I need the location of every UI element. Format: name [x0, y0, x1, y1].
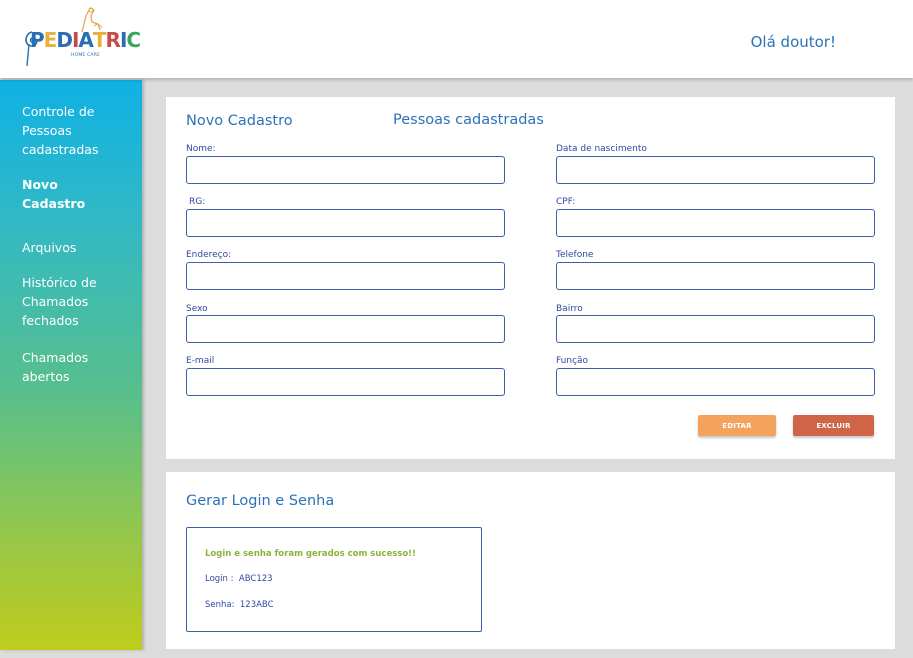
- email-label: E-mail: [186, 356, 215, 366]
- funcao-field[interactable]: [556, 368, 875, 396]
- cpf-field[interactable]: [556, 209, 875, 237]
- success-message: Login e senha foram gerados com sucesso!…: [205, 549, 416, 559]
- rg-field[interactable]: [186, 209, 505, 237]
- sexo-field[interactable]: [186, 315, 505, 343]
- tab-pessoas-cadastradas[interactable]: Pessoas cadastradas: [393, 112, 544, 128]
- data-nascimento-field[interactable]: [556, 156, 875, 184]
- logo-subtitle: HOME CARE: [71, 53, 101, 58]
- login-value: ABC123: [238, 574, 273, 584]
- credentials-box: Login e senha foram gerados com sucesso!…: [186, 527, 482, 632]
- bairro-label: Bairro: [556, 304, 583, 314]
- funcao-label: Função: [556, 356, 589, 366]
- delete-button[interactable]: EXCLUIR: [793, 415, 874, 436]
- login-label: Login :: [205, 574, 234, 584]
- password-value: 123ABC: [239, 600, 274, 610]
- password-credential: Senha: 123ABC: [205, 600, 274, 610]
- cpf-label: CPF:: [556, 197, 576, 207]
- sidebar-item-chamados-abertos[interactable]: Chamados abertos: [22, 348, 112, 386]
- edit-button[interactable]: EDITAR: [698, 415, 776, 436]
- sidebar-item-arquivos[interactable]: Arquivos: [22, 238, 122, 257]
- pediatric-home-care-logo[interactable]: PEDIATRIC HOME CARE: [20, 4, 141, 72]
- registration-card: Novo Cadastro Pessoas cadastradas Nome: …: [166, 97, 895, 459]
- password-label: Senha:: [205, 600, 235, 610]
- endereco-field[interactable]: [186, 262, 505, 290]
- telefone-label: Telefone: [556, 250, 594, 260]
- sexo-label: Sexo: [186, 304, 208, 314]
- sidebar-item-novo-cadastro[interactable]: Novo Cadastro: [22, 175, 92, 213]
- sidebar: Controle de Pessoas cadastradas Novo Cad…: [0, 80, 142, 650]
- app-header: PEDIATRIC HOME CARE Olá doutor!: [0, 0, 913, 78]
- bairro-field[interactable]: [556, 315, 875, 343]
- nome-label: Nome:: [186, 144, 216, 154]
- nome-field[interactable]: [186, 156, 505, 184]
- login-section-title: Gerar Login e Senha: [186, 493, 335, 509]
- rg-label: RG:: [189, 197, 206, 207]
- login-credential: Login : ABC123: [205, 574, 273, 584]
- tab-novo-cadastro[interactable]: Novo Cadastro: [186, 113, 293, 129]
- greeting-text: Olá doutor!: [750, 33, 836, 51]
- endereco-label: Endereço:: [186, 250, 232, 260]
- logo-wordmark: PEDIATRIC: [30, 28, 141, 52]
- login-generation-card: Gerar Login e Senha Login e senha foram …: [166, 472, 895, 649]
- sidebar-item-controle-pessoas[interactable]: Controle de Pessoas cadastradas: [22, 102, 122, 159]
- telefone-field[interactable]: [556, 262, 875, 290]
- sidebar-item-historico-chamados[interactable]: Histórico de Chamados fechados: [22, 273, 122, 330]
- email-field[interactable]: [186, 368, 505, 396]
- data-nascimento-label: Data de nascimento: [556, 144, 647, 154]
